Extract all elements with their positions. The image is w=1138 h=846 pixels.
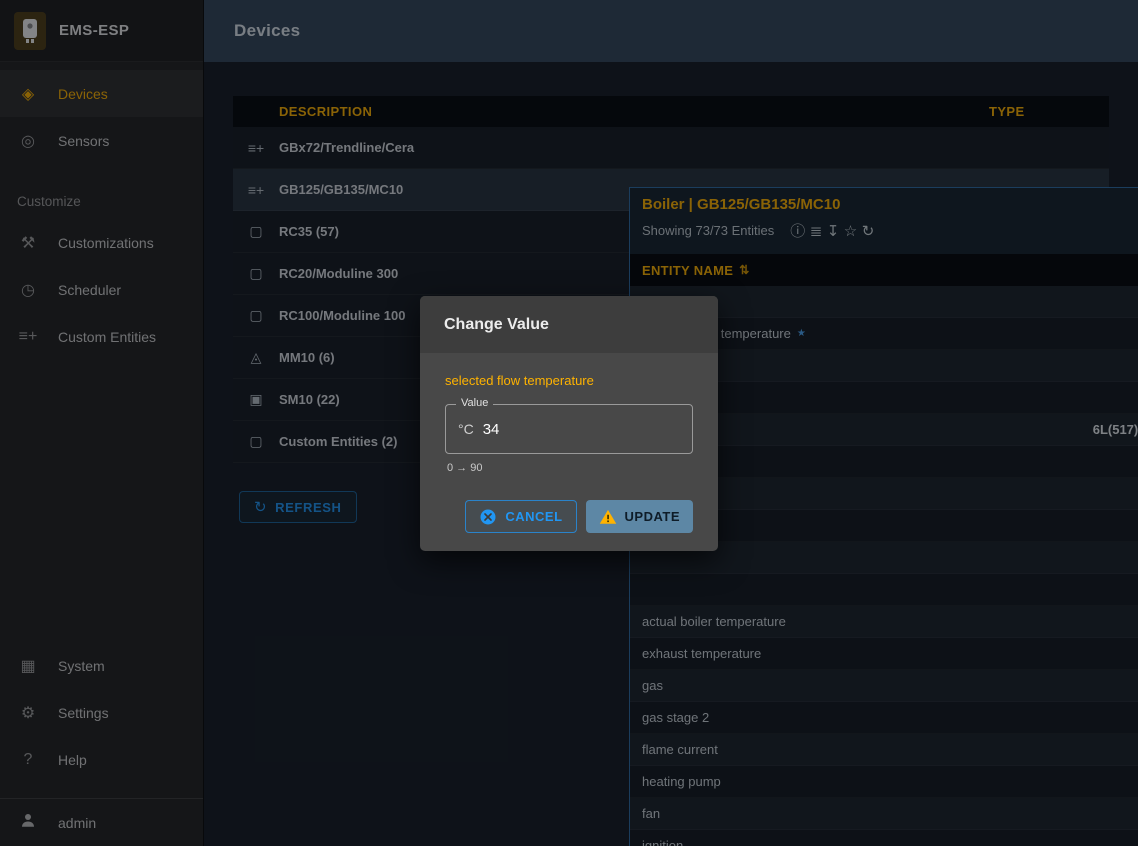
cancel-button[interactable]: CANCEL [465,500,576,533]
app-root: Devices EMS-ESP ◈ Devices [0,0,1138,846]
dialog-actions: CANCEL UPDATE [445,500,693,543]
entity-label: selected flow temperature [445,373,693,388]
warning-icon [599,508,617,526]
dialog-title: Change Value [420,296,718,353]
update-button[interactable]: UPDATE [586,500,693,533]
range-helper-text: 0 → 90 [447,462,693,474]
value-field: Value °C [445,404,693,454]
value-input[interactable] [483,421,643,438]
cancel-icon [479,508,497,526]
dialog-body: selected flow temperature Value °C 0 → 9… [420,353,718,551]
update-label: UPDATE [625,509,680,524]
unit-adornment: °C [458,421,474,437]
value-field-label: Value [456,397,493,409]
cancel-label: CANCEL [505,509,562,524]
change-value-dialog: Change Value selected flow temperature V… [420,296,718,551]
